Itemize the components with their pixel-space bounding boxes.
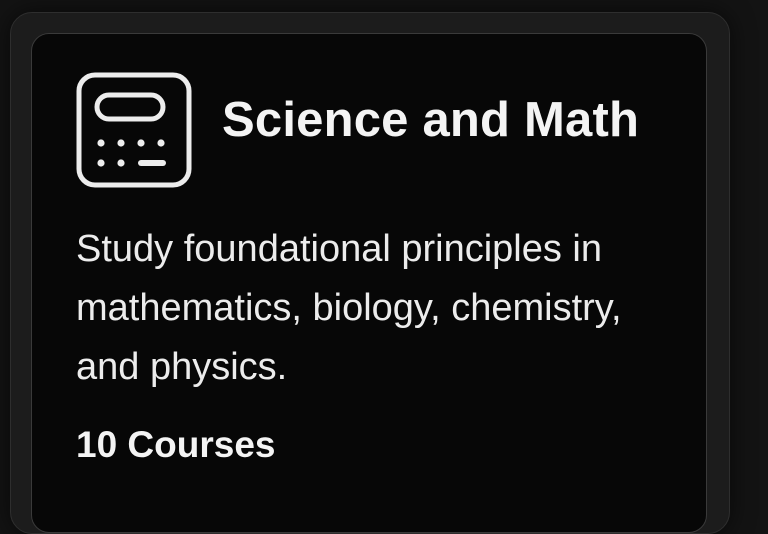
card-description: Study foundational principles in mathema… xyxy=(76,228,622,388)
course-count: 10 Courses xyxy=(76,424,276,465)
card-title: Science and Math xyxy=(222,93,640,147)
category-card-science-and-math[interactable]: Science and Math Study foundational prin… xyxy=(31,33,707,533)
calculator-icon xyxy=(76,72,192,188)
